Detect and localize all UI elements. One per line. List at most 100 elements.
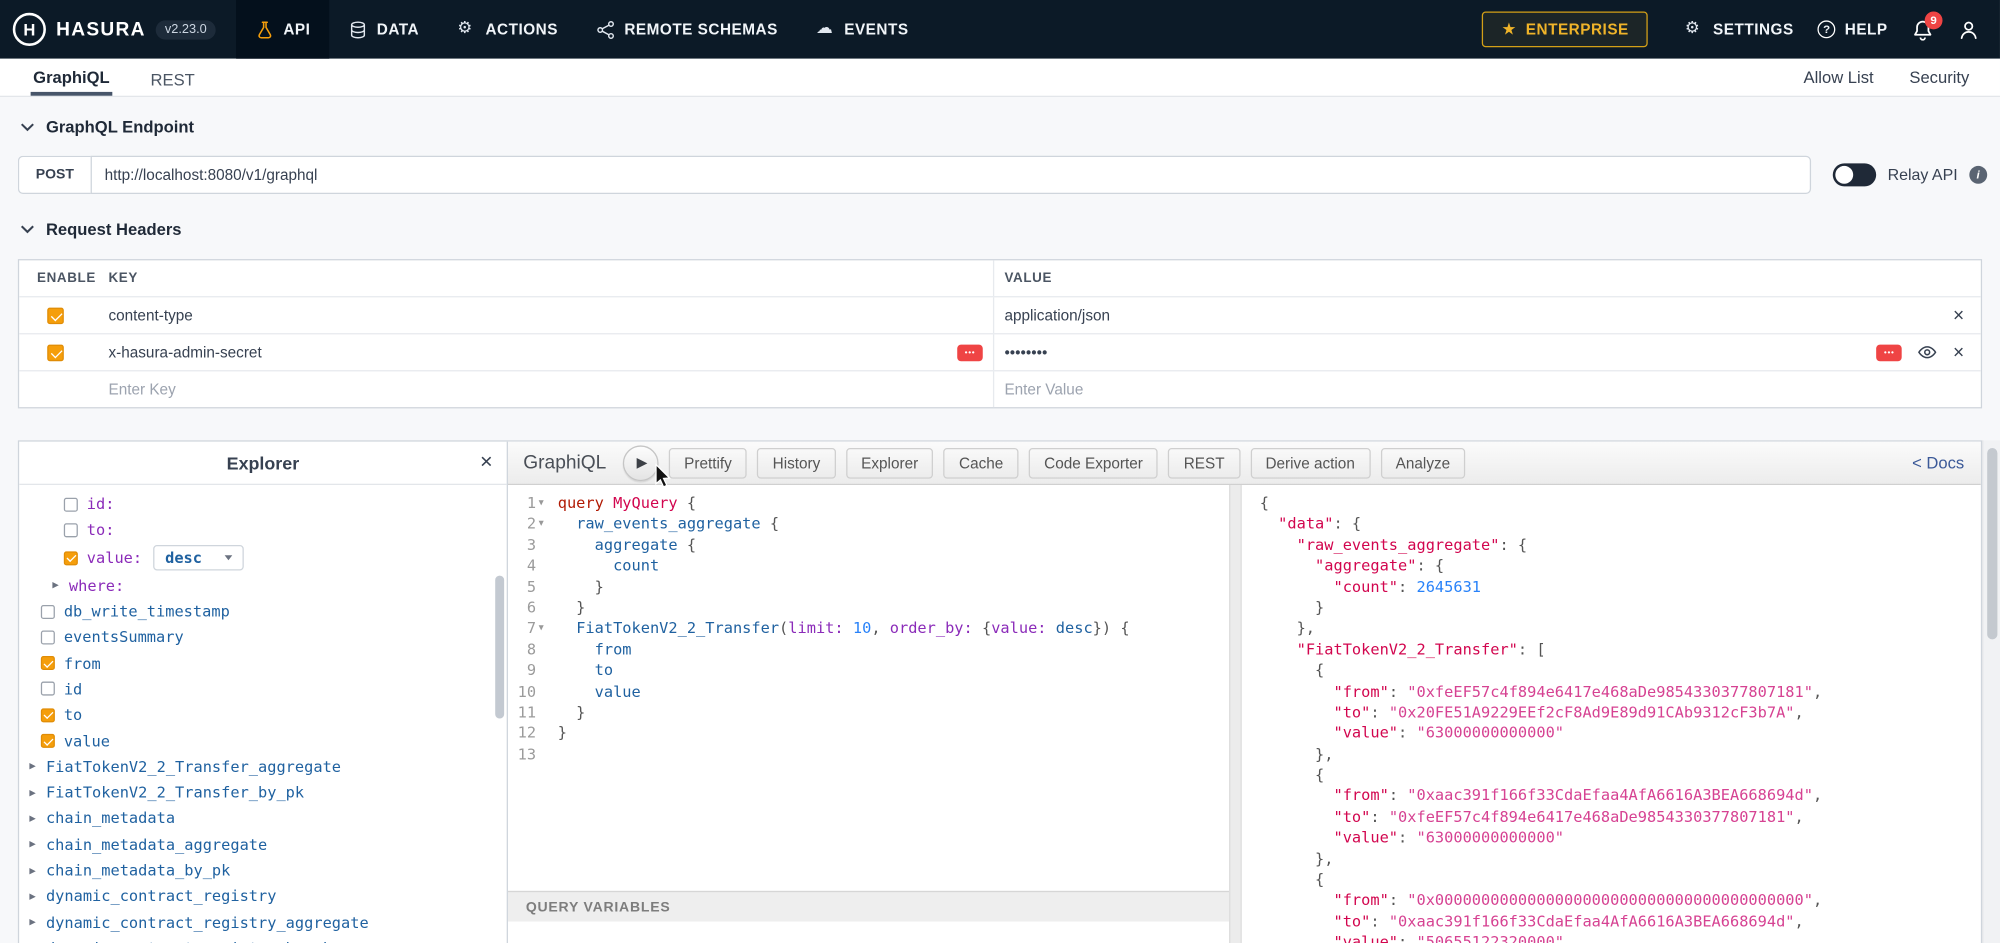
notifications-button[interactable]: 9 [1912,19,1934,41]
toolbar-button-rest[interactable]: REST [1168,447,1239,478]
explorer-scrollbar-thumb[interactable] [495,576,504,719]
pane-resize-handle[interactable] [1229,485,1242,943]
nav-item-events[interactable]: ☁ EVENTS [797,0,928,59]
header-value-input[interactable] [1004,343,1876,361]
editor-code[interactable]: query MyQuery { raw_events_aggregate { a… [551,485,1229,891]
cloud-icon: ☁ [816,20,835,39]
nav-item-api[interactable]: API [236,0,329,59]
toolbar-button-code-exporter[interactable]: Code Exporter [1029,447,1158,478]
nav-item-remote-schemas[interactable]: REMOTE SCHEMAS [577,0,797,59]
explorer-item-where[interactable]: ▸where: [19,573,507,599]
explorer-item-eventsSummary[interactable]: eventsSummary [19,624,507,650]
close-explorer-icon[interactable]: × [480,451,493,473]
info-icon[interactable]: i [1969,166,1987,184]
tab-security[interactable]: Security [1909,68,1969,87]
scrollbar-thumb[interactable] [1987,448,1997,639]
toolbar-button-cache[interactable]: Cache [944,447,1019,478]
toolbar-button-analyze[interactable]: Analyze [1380,447,1465,478]
toolbar-button-prettify[interactable]: Prettify [669,447,747,478]
explorer-checkbox[interactable] [64,551,78,565]
explorer-checkbox[interactable] [41,630,55,644]
query-editor[interactable]: 1▾2▾3 4 5 6 7▾8 9 10 11 12 13 query MyQu… [508,485,1229,943]
response-body[interactable]: { "data": { "raw_events_aggregate": { "a… [1242,485,1981,943]
fold-toggle-icon[interactable]: ▾ [539,618,550,639]
explorer-item-value[interactable]: value:desc [19,543,507,572]
graphql-endpoint-input[interactable] [91,156,1811,194]
explorer-checkbox[interactable] [41,734,55,748]
explorer-tree[interactable]: id:to:value:desc▸where:db_write_timestam… [19,485,507,943]
endpoint-section-header[interactable]: GraphQL Endpoint [0,97,2000,148]
help-button[interactable]: ? HELP [1818,20,1888,38]
relay-api-toggle[interactable] [1833,163,1876,186]
nav-label-api: API [283,20,310,38]
tab-rest[interactable]: REST [148,61,197,94]
header-key-input[interactable] [108,343,957,361]
header-key-input[interactable] [108,306,982,324]
header-row-content-type: × [19,296,1981,333]
explorer-item-db_write_timestamp[interactable]: db_write_timestamp [19,598,507,624]
explorer-checkbox[interactable] [64,497,78,511]
nav-item-actions[interactable]: ⚙ ACTIONS [438,0,577,59]
explorer-item-chain_metadata_aggregate[interactable]: ▸chain_metadata_aggregate [19,832,507,858]
explorer-item-dynamic_contract_registry_by_pk[interactable]: ▸dynamic_contract_registry_by_pk [19,935,507,943]
request-headers-section-header[interactable]: Request Headers [0,194,2000,250]
explorer-item-chain_metadata[interactable]: ▸chain_metadata [19,806,507,832]
settings-button[interactable]: ⚙ SETTINGS [1685,20,1794,39]
explorer-item-id[interactable]: id: [19,491,507,517]
explorer-item-FiatTokenV2_2_Transfer_aggregate[interactable]: ▸FiatTokenV2_2_Transfer_aggregate [19,754,507,780]
new-header-key-input[interactable] [108,380,982,398]
explorer-item-FiatTokenV2_2_Transfer_by_pk[interactable]: ▸FiatTokenV2_2_Transfer_by_pk [19,780,507,806]
play-icon: ▶ [637,454,648,471]
share-nodes-icon [596,20,615,39]
expand-arrow-icon[interactable]: ▸ [29,812,46,826]
explorer-item-id[interactable]: id [19,676,507,702]
expand-arrow-icon[interactable]: ▸ [29,760,46,774]
fold-toggle-icon[interactable]: ▾ [539,493,550,514]
explorer-item-dynamic_contract_registry_aggregate[interactable]: ▸dynamic_contract_registry_aggregate [19,909,507,935]
explorer-item-to[interactable]: to [19,702,507,728]
expand-arrow-icon[interactable]: ▸ [29,915,46,929]
page-scrollbar[interactable] [1982,440,2000,943]
query-variables-header[interactable]: QUERY VARIABLES [508,891,1229,922]
fold-toggle-icon[interactable]: ▾ [539,514,550,535]
explorer-checkbox[interactable] [41,682,55,696]
order-by-select[interactable]: desc [154,545,244,571]
explorer-item-from[interactable]: from [19,650,507,676]
hasura-brand[interactable]: H HASURA v2.23.0 [0,0,236,59]
header-value-input[interactable] [1004,306,1953,324]
enable-checkbox[interactable] [47,344,64,361]
editor-body[interactable]: 1▾2▾3 4 5 6 7▾8 9 10 11 12 13 query MyQu… [508,485,1229,891]
toolbar-button-history[interactable]: History [757,447,835,478]
enable-checkbox[interactable] [47,307,64,324]
toolbar-button-derive-action[interactable]: Derive action [1250,447,1370,478]
relay-api-control: Relay API i [1833,163,1987,186]
explorer-item-dynamic_contract_registry[interactable]: ▸dynamic_contract_registry [19,883,507,909]
expand-arrow-icon[interactable]: ▸ [29,786,46,800]
expand-arrow-icon[interactable]: ▸ [29,889,46,903]
execute-query-button[interactable]: ▶ [623,445,659,481]
query-variables-editor[interactable] [508,921,1229,943]
tab-graphiql[interactable]: GraphiQL [31,59,113,96]
enterprise-button[interactable]: ★ ENTERPRISE [1482,11,1648,47]
explorer-checkbox[interactable] [41,656,55,670]
eye-icon[interactable] [1917,342,1937,362]
explorer-checkbox[interactable] [41,708,55,722]
explorer-title: Explorer [227,452,300,472]
remove-header-icon[interactable]: × [1953,306,1964,325]
new-header-value-input[interactable] [1004,380,1964,398]
toolbar-button-explorer[interactable]: Explorer [846,447,934,478]
tab-allow-list[interactable]: Allow List [1804,68,1874,87]
account-button[interactable] [1958,19,1980,41]
explorer-item-value[interactable]: value [19,728,507,754]
expand-arrow-icon[interactable]: ▸ [52,578,69,592]
explorer-item-chain_metadata_by_pk[interactable]: ▸chain_metadata_by_pk [19,857,507,883]
expand-arrow-icon[interactable]: ▸ [29,863,46,877]
expand-arrow-icon[interactable]: ▸ [29,838,46,852]
nav-item-data[interactable]: DATA [330,0,439,59]
remove-header-icon[interactable]: × [1953,343,1964,362]
graphiql-topbar: GraphiQL ▶ PrettifyHistoryExplorerCacheC… [508,442,1981,485]
explorer-item-to[interactable]: to: [19,517,507,543]
explorer-checkbox[interactable] [41,604,55,618]
docs-link[interactable]: < Docs [1912,453,1964,472]
explorer-checkbox[interactable] [64,523,78,537]
